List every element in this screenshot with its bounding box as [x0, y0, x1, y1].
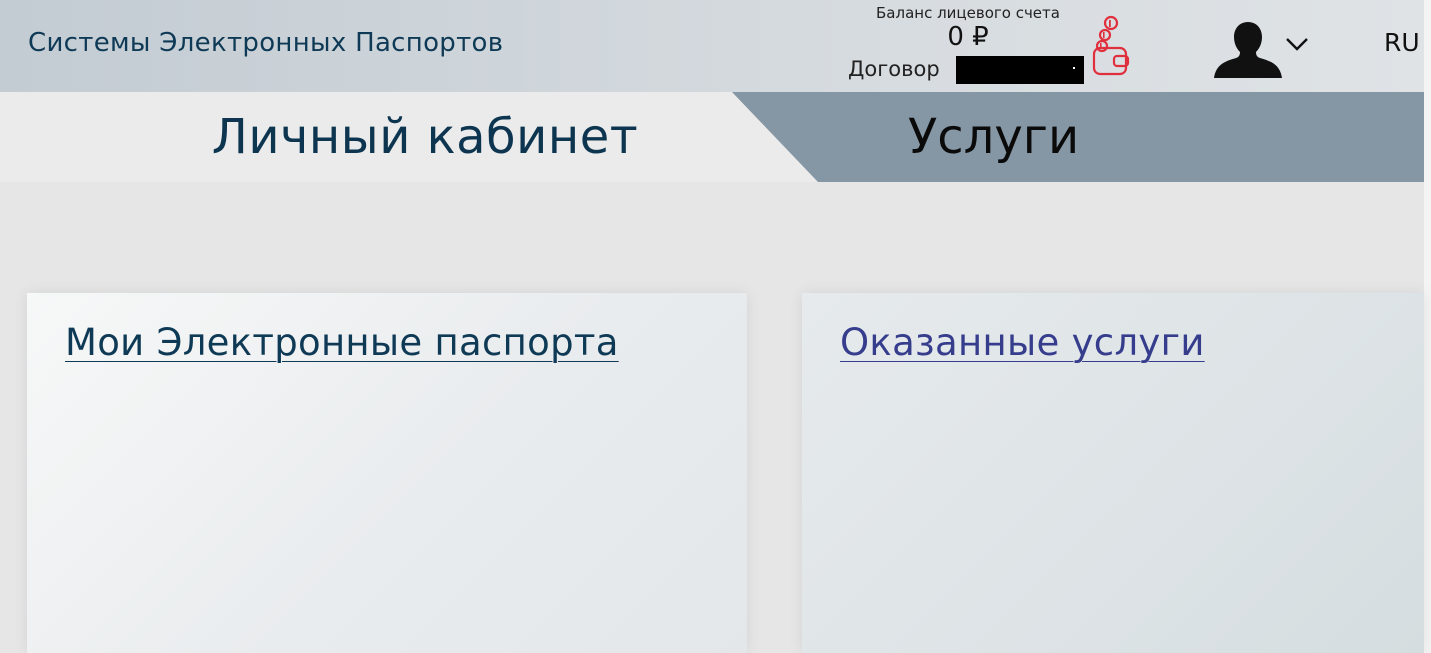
card-provided-services: Оказанные услуги	[802, 293, 1424, 653]
my-passports-link[interactable]: Мои Электронные паспорта	[65, 321, 619, 364]
provided-services-link[interactable]: Оказанные услуги	[840, 321, 1205, 364]
card-my-passports: Мои Электронные паспорта	[27, 293, 747, 653]
language-selector[interactable]: RU	[1384, 28, 1420, 57]
right-edge-strip	[1424, 0, 1431, 653]
balance-label: Баланс лицевого счета	[876, 4, 1060, 22]
tab-personal-cabinet[interactable]: Личный кабинет	[0, 92, 816, 182]
chevron-down-icon[interactable]	[1284, 34, 1310, 54]
wallet-coins-icon[interactable]	[1092, 14, 1132, 78]
tab-services[interactable]: Услуги	[818, 92, 1424, 182]
contract-number-redacted	[956, 56, 1084, 84]
balance-value: 0 ₽	[947, 22, 989, 52]
tab-personal-cabinet-label: Личный кабинет	[211, 109, 639, 165]
contract-label: Договор	[848, 57, 940, 81]
site-title[interactable]: Системы Электронных Паспортов	[28, 28, 503, 58]
header-bar: Системы Электронных Паспортов Баланс лиц…	[0, 0, 1424, 92]
user-avatar[interactable]	[1212, 18, 1284, 78]
tab-bar: Личный кабинет Услуги	[0, 92, 1424, 182]
tab-services-label: Услуги	[908, 109, 1080, 165]
user-silhouette-icon	[1214, 22, 1282, 78]
page: Системы Электронных Паспортов Баланс лиц…	[0, 0, 1431, 653]
